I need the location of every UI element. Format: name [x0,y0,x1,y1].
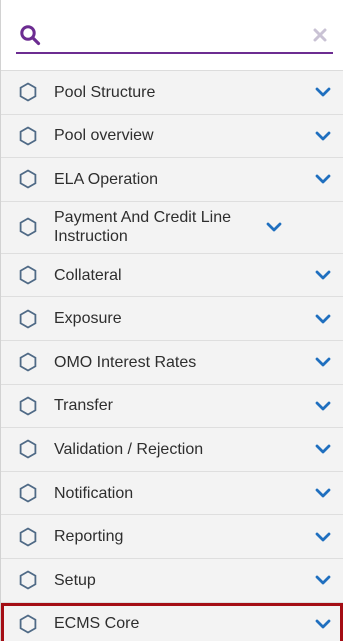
chevron-down-icon[interactable] [313,169,333,189]
hexagon-icon [17,526,39,548]
menu-item-collateral[interactable]: Collateral [1,253,343,298]
chevron-down-icon[interactable] [313,483,333,503]
chevron-down-icon[interactable] [313,527,333,547]
close-icon[interactable] [309,24,331,46]
chevron-down-icon[interactable] [313,352,333,372]
hexagon-icon [17,308,39,330]
menu-item-label: Collateral [54,266,122,284]
hexagon-icon [17,613,39,635]
menu-item-reporting[interactable]: Reporting [1,515,343,559]
menu-item-label: Validation / Rejection [54,440,204,458]
menu-item-validation-rejection[interactable]: Validation / Rejection [1,428,343,472]
hexagon-icon [17,216,39,238]
menu-item-notification[interactable]: Notification [1,471,343,516]
menu-item-label: Exposure [54,310,122,328]
chevron-down-icon[interactable] [313,614,333,634]
hexagon-icon [17,569,39,591]
chevron-down-icon[interactable] [313,265,333,285]
search-area [1,0,343,71]
menu-item-label: Notification [54,484,134,502]
menu-item-omo-interest-rates[interactable]: OMO Interest Rates [1,340,343,385]
hexagon-icon [17,351,39,373]
hexagon-icon [17,482,39,504]
hexagon-icon [17,395,39,417]
menu-item-label: Setup [54,571,96,589]
menu-item-transfer[interactable]: Transfer [1,384,343,429]
menu-item-label: Payment And Credit Line Instruction [54,209,231,246]
menu-item-ela-operation[interactable]: ELA Operation [1,158,343,202]
hexagon-icon [17,264,39,286]
menu-item-label: Pool Structure [54,83,156,101]
hexagon-icon [17,438,39,460]
menu-item-exposure[interactable]: Exposure [1,297,343,341]
menu-item-ecms-core[interactable]: ECMS Core [1,602,343,641]
chevron-down-icon[interactable] [313,396,333,416]
chevron-down-icon[interactable] [313,82,333,102]
search-input[interactable] [42,22,309,48]
hexagon-icon [17,125,39,147]
hexagon-icon [17,168,39,190]
menu-item-payment-and-credit-line-instruction[interactable]: Payment And Credit Line Instruction [1,201,343,254]
menu-item-label: OMO Interest Rates [54,353,197,371]
menu-item-label: ECMS Core [54,615,140,633]
chevron-down-icon[interactable] [264,217,284,237]
menu-item-pool-structure[interactable]: Pool Structure [1,71,343,115]
navigation-panel: Pool Structure Pool overview ELA Operati… [0,0,343,641]
menu-item-setup[interactable]: Setup [1,558,343,603]
menu-item-label: Reporting [54,528,124,546]
menu-item-label: ELA Operation [54,170,159,188]
menu-item-label: Pool overview [54,127,154,145]
chevron-down-icon[interactable] [313,126,333,146]
menu-item-pool-overview[interactable]: Pool overview [1,114,343,159]
search-box [16,18,333,54]
chevron-down-icon[interactable] [313,570,333,590]
navigation-menu: Pool Structure Pool overview ELA Operati… [1,71,343,641]
menu-item-label: Transfer [54,397,113,415]
search-icon[interactable] [18,23,42,47]
hexagon-icon [17,81,39,103]
chevron-down-icon[interactable] [313,309,333,329]
chevron-down-icon[interactable] [313,439,333,459]
